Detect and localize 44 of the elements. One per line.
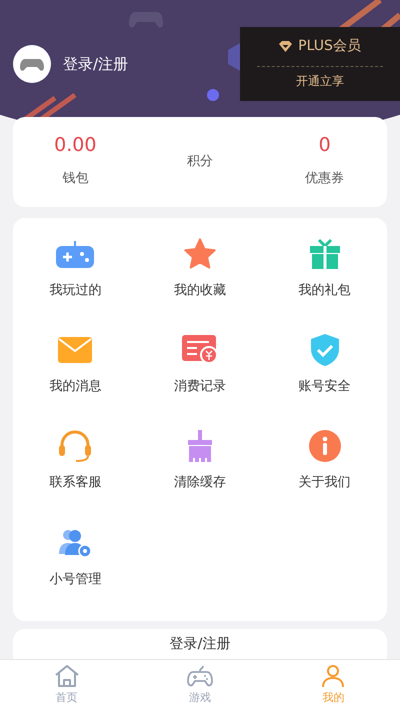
menu-label: 我的消息 bbox=[49, 378, 102, 396]
brush-icon bbox=[186, 430, 214, 462]
menu-label: 清除缓存 bbox=[174, 474, 226, 492]
plus-membership-card[interactable]: PLUS会员 开通立享 bbox=[240, 27, 400, 101]
info-icon bbox=[308, 430, 341, 462]
diamond-icon bbox=[279, 41, 292, 52]
menu-item[interactable]: 清除缓存 bbox=[138, 428, 262, 524]
menu-item[interactable]: 我的礼包 bbox=[262, 236, 387, 332]
headset-icon bbox=[58, 430, 92, 462]
menu-label: 小号管理 bbox=[49, 570, 102, 589]
login-button-text: 登录/注册 bbox=[170, 634, 230, 654]
gift-icon bbox=[308, 238, 341, 270]
gamepad-icon bbox=[55, 238, 96, 269]
plus-subtitle: 开通立享 bbox=[296, 73, 344, 90]
menu-label: 我的礼包 bbox=[298, 282, 351, 300]
stat-label[interactable]: 积分 bbox=[186, 152, 213, 172]
stat-value: 0.00 bbox=[54, 136, 96, 154]
menu-label: 账号安全 bbox=[298, 378, 351, 396]
menu-label: 我玩过的 bbox=[49, 282, 102, 300]
menu-item[interactable]: 我玩过的 bbox=[13, 236, 138, 332]
menu-label: 关于我们 bbox=[298, 474, 351, 492]
menu-item[interactable]: 我的消息 bbox=[13, 332, 138, 428]
gamepad-icon bbox=[186, 664, 213, 688]
envelope-icon bbox=[58, 337, 92, 364]
plus-title: PLUS会员 bbox=[298, 37, 361, 56]
stat-label[interactable]: 钱包 bbox=[62, 168, 88, 188]
user-icon bbox=[320, 664, 346, 688]
stat-value: 0 bbox=[318, 136, 331, 154]
star-icon bbox=[182, 238, 217, 270]
menu-item[interactable]: 联系客服 bbox=[13, 428, 138, 524]
menu-item[interactable]: 关于我们 bbox=[262, 428, 387, 524]
home-icon bbox=[54, 664, 80, 688]
menu-item[interactable]: 我的收藏 bbox=[138, 236, 262, 332]
stat-label[interactable]: 优惠券 bbox=[305, 168, 344, 188]
menu-item[interactable]: 账号安全 bbox=[262, 332, 387, 428]
login-card[interactable]: 登录/注册 bbox=[13, 629, 387, 660]
menu-label: 我的收藏 bbox=[174, 282, 226, 300]
menu-label: 联系客服 bbox=[49, 474, 102, 492]
menu-item[interactable]: 消费记录 bbox=[138, 332, 262, 428]
shield-check-icon bbox=[310, 334, 339, 366]
menu-item[interactable]: 小号管理 bbox=[13, 524, 138, 621]
users-gear-icon bbox=[57, 528, 94, 558]
menu-label: 消费记录 bbox=[174, 378, 226, 396]
login-link[interactable]: 登录/注册 bbox=[63, 52, 128, 76]
